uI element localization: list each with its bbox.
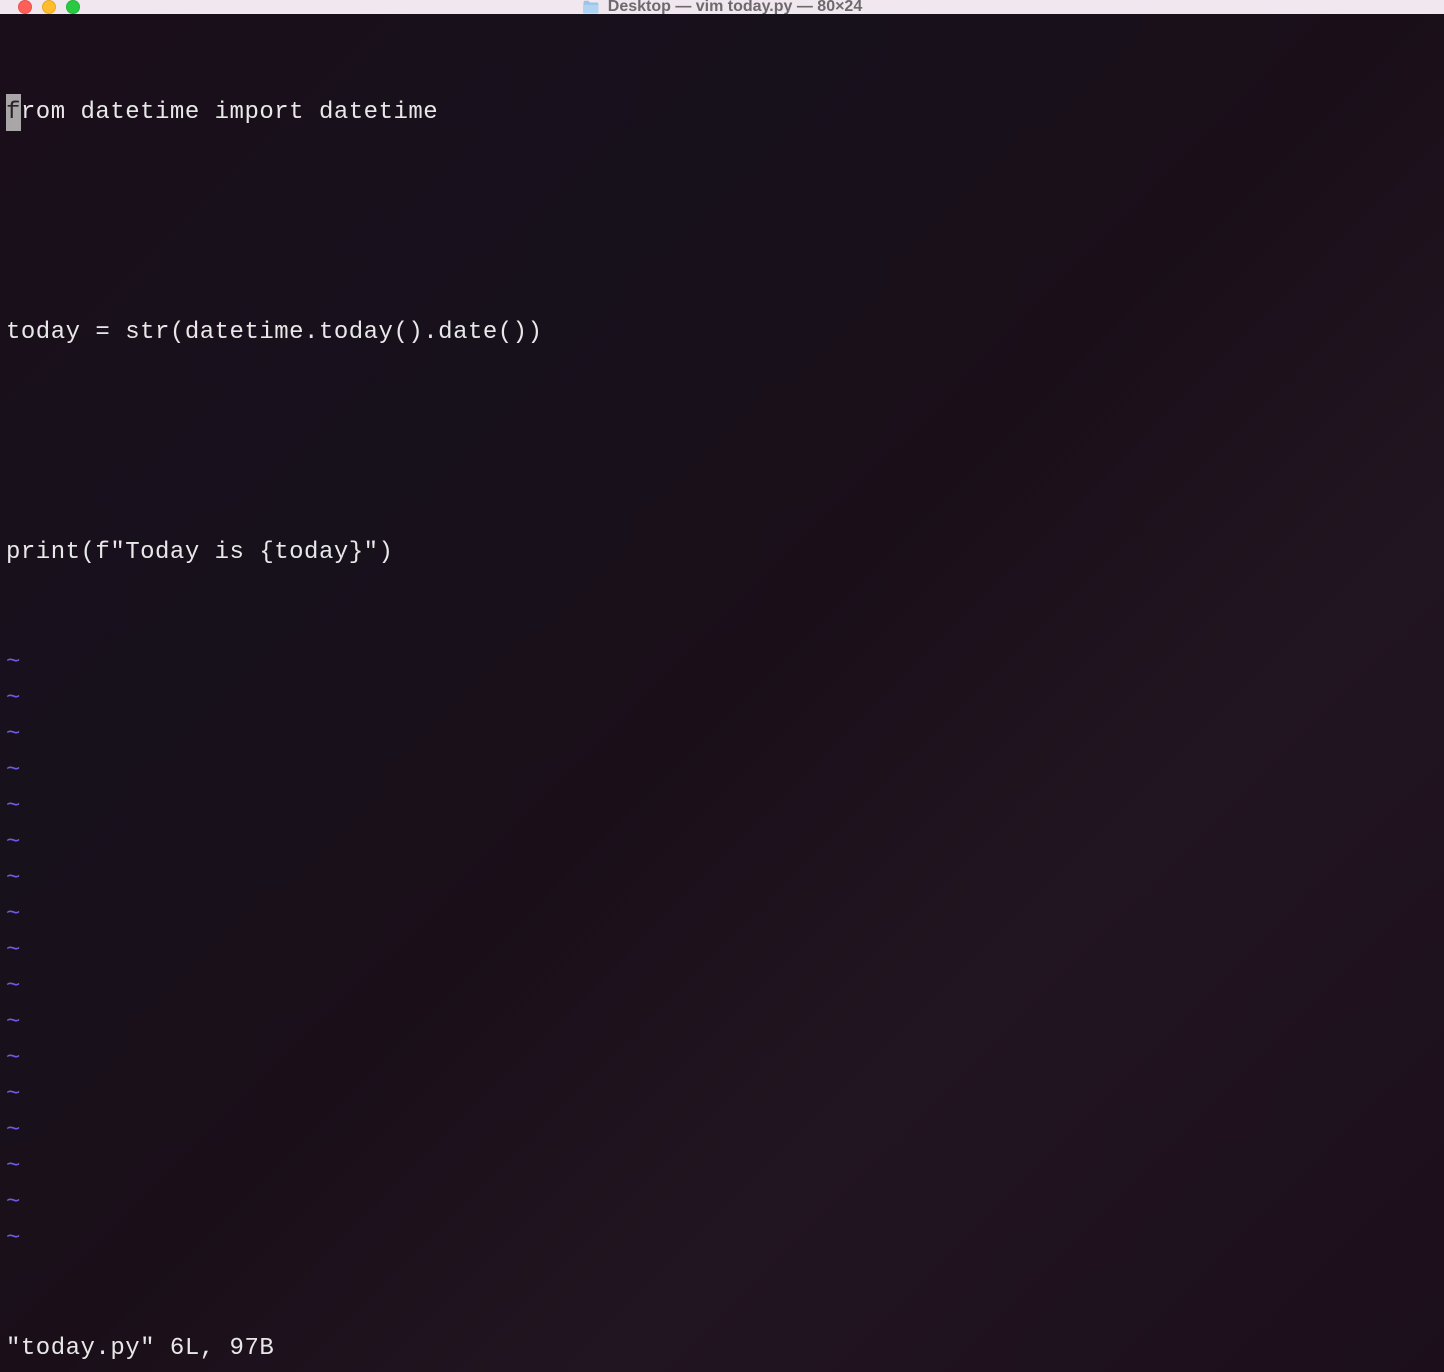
window-controls bbox=[18, 0, 80, 14]
empty-line-tilde: ~ bbox=[6, 1112, 1438, 1148]
empty-line-tilde: ~ bbox=[6, 1220, 1438, 1256]
maximize-button[interactable] bbox=[66, 0, 80, 14]
empty-line-tilde: ~ bbox=[6, 680, 1438, 716]
code-text: rom datetime import datetime bbox=[21, 99, 438, 126]
code-line-3[interactable]: today = str(datetime.today().date()) bbox=[6, 314, 1438, 350]
terminal-body[interactable]: from datetime import datetime today = st… bbox=[0, 14, 1444, 1372]
empty-line-tilde: ~ bbox=[6, 860, 1438, 896]
empty-line-tilde: ~ bbox=[6, 1040, 1438, 1076]
empty-line-tilde: ~ bbox=[6, 752, 1438, 788]
vim-status-line: "today.py" 6L, 97B bbox=[6, 1330, 1438, 1366]
empty-line-tilde: ~ bbox=[6, 1148, 1438, 1184]
code-line-4[interactable] bbox=[6, 424, 1438, 460]
close-button[interactable] bbox=[18, 0, 32, 14]
empty-line-tilde: ~ bbox=[6, 716, 1438, 752]
empty-line-tilde: ~ bbox=[6, 1076, 1438, 1112]
empty-lines-region: ~~~~~~~~~~~~~~~~~ bbox=[6, 644, 1438, 1256]
empty-line-tilde: ~ bbox=[6, 932, 1438, 968]
code-line-5[interactable]: print(f"Today is {today}") bbox=[6, 534, 1438, 570]
empty-line-tilde: ~ bbox=[6, 968, 1438, 1004]
empty-line-tilde: ~ bbox=[6, 896, 1438, 932]
code-line-2[interactable] bbox=[6, 204, 1438, 240]
code-line-1[interactable]: from datetime import datetime bbox=[6, 94, 1438, 130]
cursor: f bbox=[6, 94, 21, 131]
folder-icon bbox=[582, 0, 600, 15]
titlebar[interactable]: Desktop — vim today.py — 80×24 bbox=[0, 0, 1444, 14]
empty-line-tilde: ~ bbox=[6, 1184, 1438, 1220]
editor-content[interactable]: from datetime import datetime today = st… bbox=[6, 20, 1438, 1330]
empty-line-tilde: ~ bbox=[6, 824, 1438, 860]
minimize-button[interactable] bbox=[42, 0, 56, 14]
empty-line-tilde: ~ bbox=[6, 644, 1438, 680]
empty-line-tilde: ~ bbox=[6, 1004, 1438, 1040]
terminal-window: Desktop — vim today.py — 80×24 from date… bbox=[0, 0, 1444, 964]
empty-line-tilde: ~ bbox=[6, 788, 1438, 824]
